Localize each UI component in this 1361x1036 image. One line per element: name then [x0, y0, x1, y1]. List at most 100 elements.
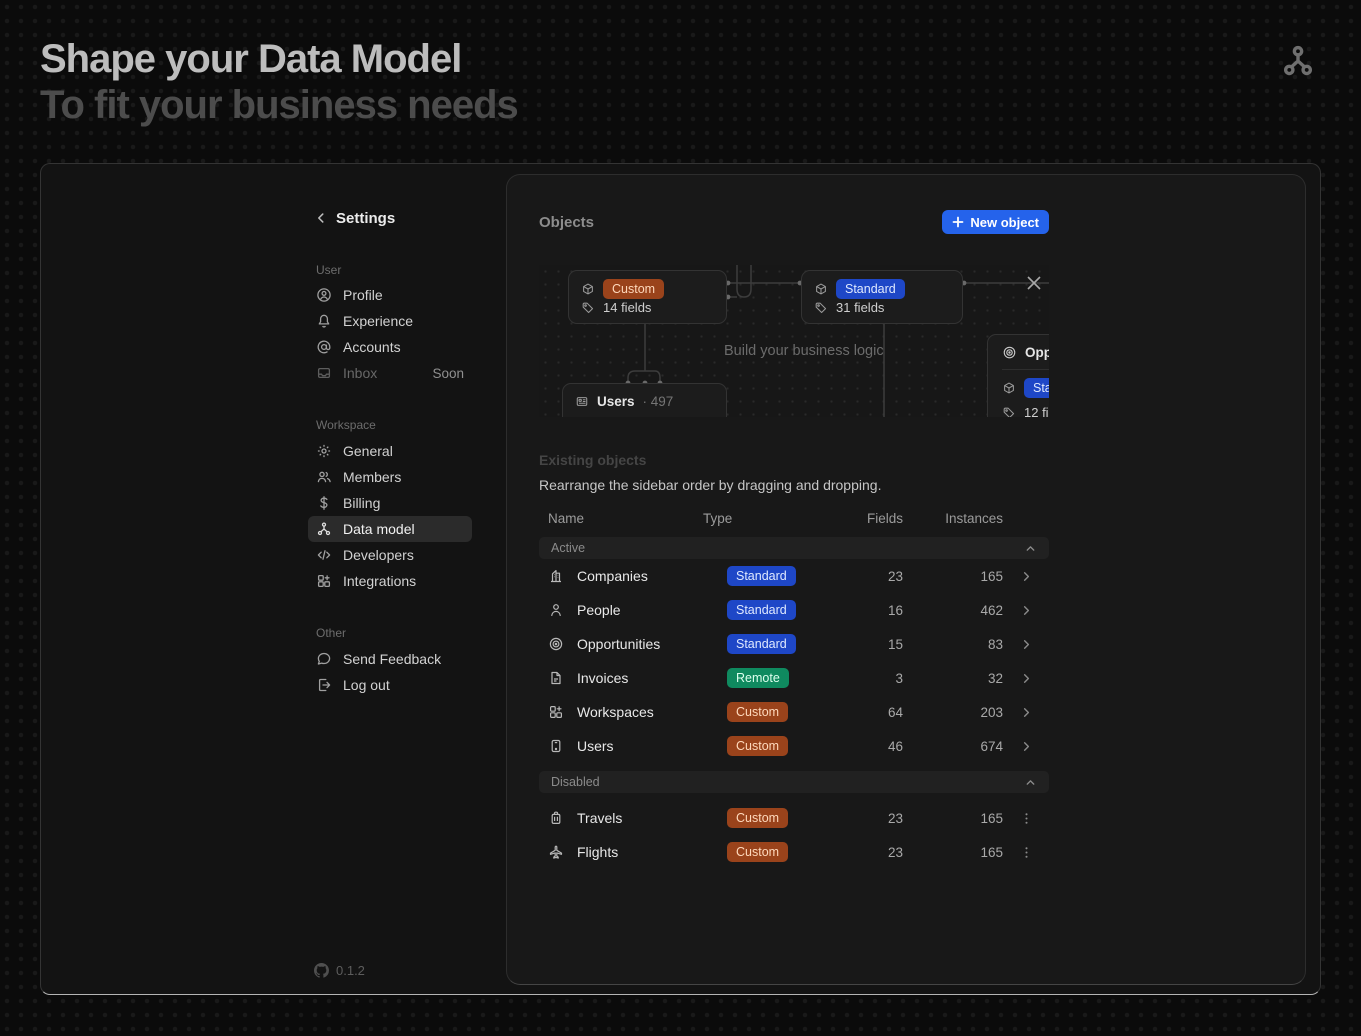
table-row-travels[interactable]: Travels Custom 23 165 — [539, 801, 1049, 835]
table-row-flights[interactable]: Flights Custom 23 165 — [539, 835, 1049, 869]
type-badge: Standard — [836, 279, 905, 299]
github-icon — [314, 963, 329, 978]
sidebar-item-label: Members — [343, 469, 401, 485]
cube-icon — [581, 282, 595, 296]
instances-value: 165 — [903, 569, 1003, 584]
fields-value: 23 — [837, 811, 903, 826]
kebab-menu-icon[interactable] — [1019, 845, 1034, 860]
fields-value: 23 — [837, 569, 903, 584]
type-badge: Standard — [727, 634, 796, 654]
type-badge: Standard — [727, 600, 796, 620]
instances-value: 32 — [903, 671, 1003, 686]
chevron-right-icon[interactable] — [1019, 671, 1034, 686]
instances-value: 203 — [903, 705, 1003, 720]
sidebar-item-inbox[interactable]: Inbox Soon — [314, 360, 472, 386]
sidebar-title: Settings — [336, 210, 395, 227]
instances-value: 462 — [903, 603, 1003, 618]
section-label-user: User — [314, 258, 472, 282]
section-label-workspace: Workspace — [314, 412, 472, 438]
panel-title: Objects — [539, 214, 594, 231]
table-row-invoices[interactable]: Invoices Remote 3 32 — [539, 661, 1049, 695]
at-sign-icon — [316, 339, 332, 355]
new-object-button[interactable]: New object — [942, 210, 1049, 234]
column-name: Name — [539, 511, 703, 526]
sidebar-item-developers[interactable]: Developers — [314, 542, 472, 568]
instances-value: 83 — [903, 637, 1003, 652]
group-header-disabled[interactable]: Disabled — [539, 771, 1049, 793]
sidebar-item-label: Profile — [343, 287, 383, 303]
code-icon — [316, 547, 332, 563]
instances-value: 165 — [903, 845, 1003, 860]
plane-icon — [548, 844, 564, 860]
data-model-canvas[interactable]: Custom 14 fields Standard 31 fields — [539, 265, 1049, 417]
fields-value: 15 — [837, 637, 903, 652]
existing-objects-description: Rearrange the sidebar order by dragging … — [539, 477, 1049, 493]
suitcase-icon — [548, 810, 564, 826]
logout-icon — [316, 677, 332, 693]
group-label: Active — [551, 541, 585, 555]
fields-count: 31 fields — [836, 300, 884, 315]
person-icon — [548, 602, 564, 618]
object-name: Users — [577, 738, 614, 754]
user-circle-icon — [316, 287, 332, 303]
chevron-right-icon[interactable] — [1019, 637, 1034, 652]
data-model-logo-icon — [1281, 44, 1315, 78]
node-count: · 497 — [643, 394, 674, 409]
table-row-users[interactable]: Users Custom 46 674 — [539, 729, 1049, 763]
table-row-people[interactable]: People Standard 16 462 — [539, 593, 1049, 627]
page-title: Shape your Data Model — [40, 36, 518, 82]
type-badge: Custom — [603, 279, 664, 299]
table-row-opportunities[interactable]: Opportunities Standard 15 83 — [539, 627, 1049, 661]
node-name: Opportunities — [1025, 345, 1049, 360]
object-name: Invoices — [577, 670, 628, 686]
sidebar-item-label: General — [343, 443, 393, 459]
app-version[interactable]: 0.1.2 — [314, 963, 365, 978]
chevron-right-icon[interactable] — [1019, 569, 1034, 584]
canvas-hint: Build your business logic — [724, 343, 884, 359]
building-icon — [548, 568, 564, 584]
sidebar-item-experience[interactable]: Experience — [314, 308, 472, 334]
sidebar-item-data-model[interactable]: Data model — [308, 516, 472, 542]
canvas-node-custom[interactable]: Custom 14 fields — [568, 270, 727, 324]
fields-value: 16 — [837, 603, 903, 618]
column-type: Type — [703, 511, 837, 526]
chevron-up-icon — [1024, 542, 1037, 555]
table-row-companies[interactable]: Companies Standard 23 165 — [539, 559, 1049, 593]
sidebar-item-send-feedback[interactable]: Send Feedback — [314, 646, 472, 672]
sidebar-item-accounts[interactable]: Accounts — [314, 334, 472, 360]
chevron-right-icon[interactable] — [1019, 603, 1034, 618]
canvas-node-users[interactable]: Users · 497 — [562, 383, 727, 417]
canvas-node-standard[interactable]: Standard 31 fields — [801, 270, 963, 324]
page-subtitle: To fit your business needs — [40, 82, 518, 128]
type-badge: Custom — [727, 702, 788, 722]
gear-icon — [316, 443, 332, 459]
type-badge: Custom — [727, 736, 788, 756]
fields-value: 23 — [837, 845, 903, 860]
members-icon — [316, 469, 332, 485]
sidebar-item-general[interactable]: General — [314, 438, 472, 464]
chevron-right-icon[interactable] — [1019, 739, 1034, 754]
sidebar-item-integrations[interactable]: Integrations — [314, 568, 472, 594]
object-name: Companies — [577, 568, 648, 584]
sidebar-item-log-out[interactable]: Log out — [314, 672, 472, 698]
sidebar-item-label: Data model — [343, 521, 415, 537]
object-name: Opportunities — [577, 636, 660, 652]
sidebar-item-label: Accounts — [343, 339, 401, 355]
group-label: Disabled — [551, 775, 600, 789]
page-header: Shape your Data Model To fit your busine… — [40, 36, 518, 128]
kebab-menu-icon[interactable] — [1019, 811, 1034, 826]
sidebar-item-label: Send Feedback — [343, 651, 441, 667]
column-instances: Instances — [903, 511, 1003, 526]
sidebar-item-billing[interactable]: Billing — [314, 490, 472, 516]
table-row-workspaces[interactable]: Workspaces Custom 64 203 — [539, 695, 1049, 729]
group-header-active[interactable]: Active — [539, 537, 1049, 559]
type-badge: Custom — [727, 842, 788, 862]
version-text: 0.1.2 — [336, 963, 365, 978]
settings-back-button[interactable]: Settings — [314, 206, 472, 230]
sidebar-item-profile[interactable]: Profile — [314, 282, 472, 308]
chevron-right-icon[interactable] — [1019, 705, 1034, 720]
canvas-node-opportunities[interactable]: Opportunities Standard 12 fields — [987, 334, 1049, 417]
sidebar-item-label: Inbox — [343, 365, 377, 381]
sidebar-item-members[interactable]: Members — [314, 464, 472, 490]
object-name: People — [577, 602, 621, 618]
